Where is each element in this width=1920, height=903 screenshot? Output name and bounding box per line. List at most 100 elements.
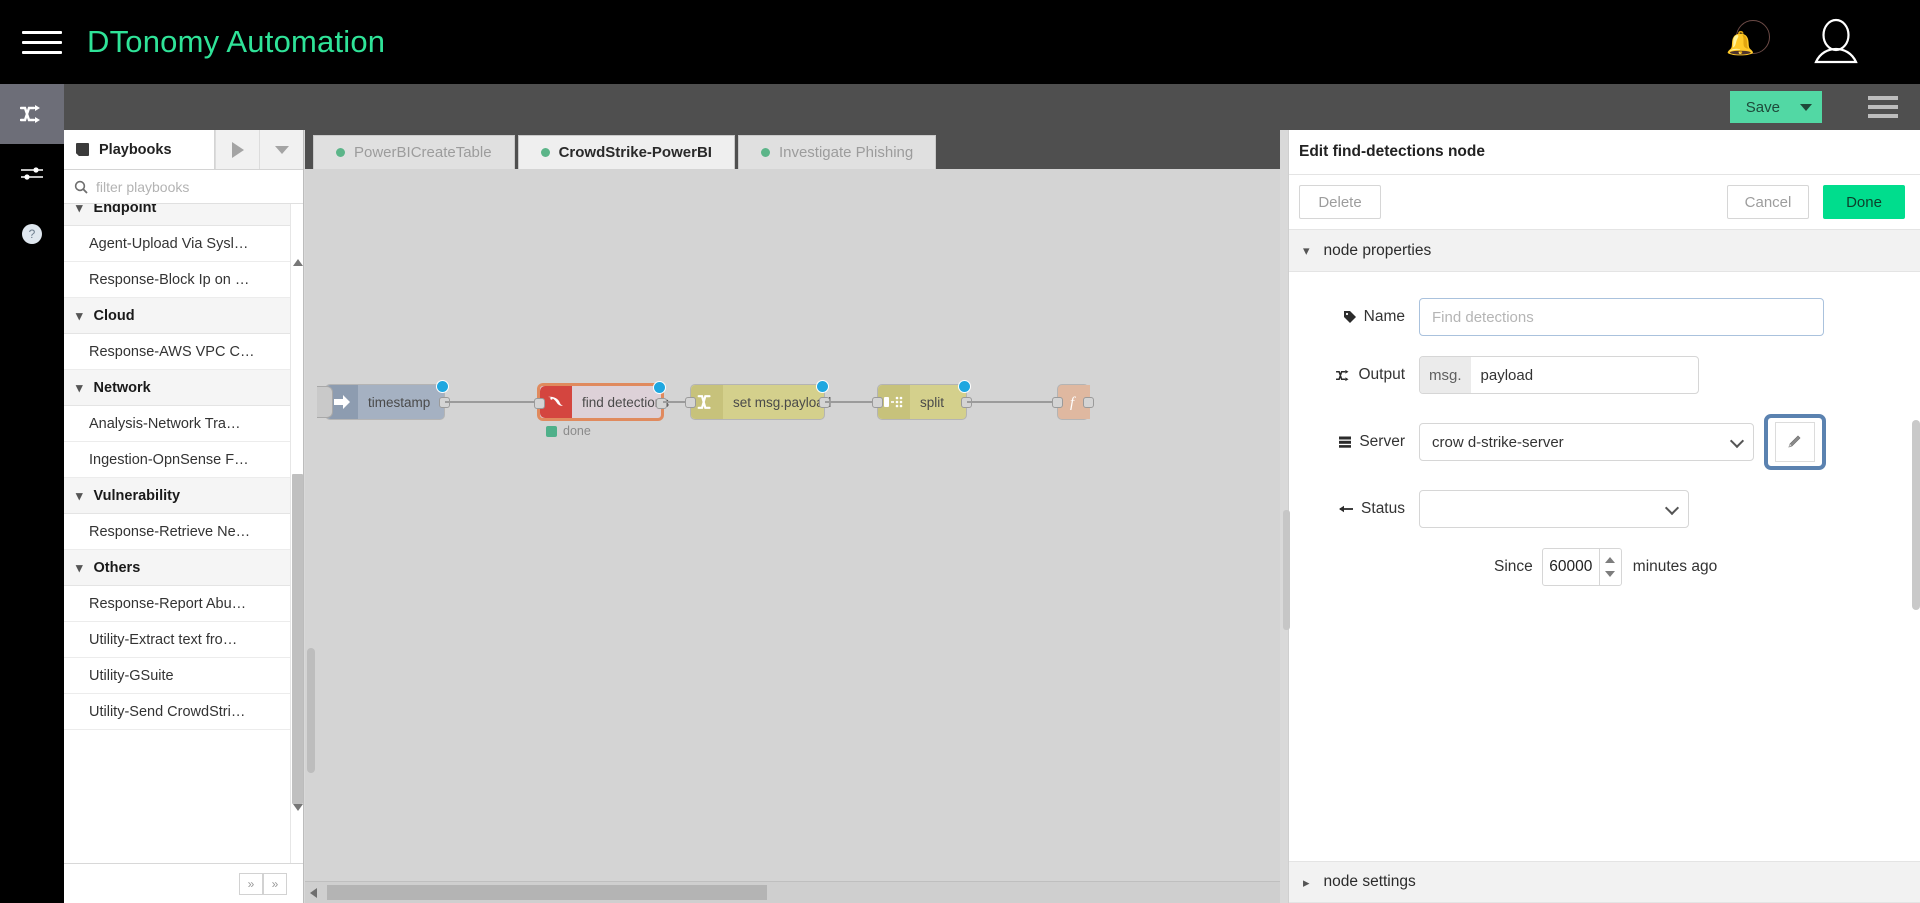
shuffle-icon: [20, 105, 40, 123]
node-modified-dot: [958, 380, 971, 393]
playbook-group-label: Vulnerability: [93, 487, 181, 504]
playbook-group[interactable]: ▾ Vulnerability: [64, 478, 291, 514]
stepper-up-icon[interactable]: [1605, 557, 1616, 563]
flow-tab[interactable]: CrowdStrike-PowerBI: [517, 135, 735, 169]
form-row-server: Server crow d-strike-server: [1289, 414, 1920, 470]
save-button[interactable]: Save: [1729, 91, 1822, 123]
output-label: Output: [1299, 366, 1419, 384]
status-dot: [336, 148, 345, 157]
scrollbar-thumb[interactable]: [307, 648, 315, 773]
playbook-options-button[interactable]: [259, 130, 303, 169]
playbooks-list-scrollbar[interactable]: [290, 204, 303, 863]
output-value[interactable]: payload: [1471, 367, 1534, 384]
scroll-up-arrow[interactable]: [293, 259, 303, 266]
since-input[interactable]: [1542, 549, 1599, 585]
arrow-left-icon: [1339, 505, 1354, 513]
flow-wire[interactable]: [967, 401, 1057, 403]
canvas-vertical-scrollbar[interactable]: [305, 208, 317, 903]
cancel-button[interactable]: Cancel: [1727, 185, 1809, 219]
scrollbar-thumb[interactable]: [327, 885, 767, 900]
playbook-item[interactable]: Utility-GSuite: [64, 658, 291, 694]
playbook-item[interactable]: Response-AWS VPC C…: [64, 334, 291, 370]
flow-node[interactable]: timestamp: [325, 380, 450, 420]
done-button[interactable]: Done: [1823, 185, 1905, 219]
flow-node-label: split: [920, 394, 945, 410]
playbooks-list[interactable]: ▾ Endpoint Agent-Upload Via Sysl… Response-…: [64, 204, 303, 863]
editor-toolbar: Save: [64, 84, 1920, 130]
flow-node-label: timestamp: [368, 394, 431, 410]
stepper-down-icon[interactable]: [1605, 571, 1616, 577]
form-row-name: Name: [1289, 298, 1920, 336]
node-modified-dot: [436, 380, 449, 393]
flow-node[interactable]: split: [872, 380, 972, 420]
server-label: Server: [1299, 433, 1419, 451]
form-row-status: Status: [1289, 490, 1920, 528]
canvas-horizontal-scrollbar[interactable]: [305, 881, 1280, 903]
scroll-left-arrow[interactable]: [310, 888, 317, 898]
hamburger-icon[interactable]: [22, 22, 62, 62]
node-output-port[interactable]: [656, 398, 667, 409]
name-input[interactable]: [1419, 298, 1824, 336]
playbook-item[interactable]: Response-Retrieve Ne…: [64, 514, 291, 550]
playbook-item[interactable]: Response-Block Ip on …: [64, 262, 291, 298]
node-input-port[interactable]: [534, 398, 545, 409]
playbook-item[interactable]: Analysis-Network Tra…: [64, 406, 291, 442]
playbook-group[interactable]: ▾ Others: [64, 550, 291, 586]
server-select[interactable]: crow d-strike-server: [1419, 423, 1754, 461]
toolbar-hamburger-icon[interactable]: [1868, 94, 1898, 120]
playbook-group-label: Cloud: [93, 307, 135, 324]
shuffle-icon: [1336, 369, 1349, 381]
playbook-group[interactable]: ▾ Cloud: [64, 298, 291, 334]
server-edit-button[interactable]: [1775, 422, 1815, 462]
flow-canvas-area: PowerBICreateTable CrowdStrike-PowerBI Inv…: [305, 130, 1280, 903]
node-output-port[interactable]: [1083, 397, 1094, 408]
node-input-port[interactable]: [685, 397, 696, 408]
since-spinner: [1598, 549, 1621, 585]
output-field[interactable]: msg. payload: [1419, 356, 1699, 394]
panel-scrollbar[interactable]: [1912, 420, 1920, 610]
bell-icon[interactable]: 🔔: [1720, 16, 1772, 68]
flow-tab[interactable]: Investigate Phishing: [737, 135, 937, 169]
run-playbook-button[interactable]: [215, 130, 259, 169]
playbook-group[interactable]: ▾ Endpoint: [64, 204, 291, 226]
status-select-wrap: [1419, 490, 1689, 528]
playbook-item[interactable]: Utility-Extract text fro…: [64, 622, 291, 658]
flow-canvas[interactable]: timestamp find detections done set msg.payl…: [305, 169, 1280, 903]
rail-item-flows[interactable]: [0, 84, 64, 144]
playbook-item[interactable]: Ingestion-OpnSense F…: [64, 442, 291, 478]
caret-down-icon[interactable]: [1800, 103, 1812, 111]
flow-tab[interactable]: PowerBICreateTable: [313, 135, 515, 169]
rail-item-help[interactable]: ?: [0, 204, 64, 264]
expand-all-button[interactable]: »: [263, 872, 287, 895]
node-modified-dot: [653, 381, 666, 394]
section-node-properties[interactable]: ▾ node properties: [1289, 230, 1920, 272]
flow-node[interactable]: f: [1052, 384, 1094, 420]
playbook-group[interactable]: ▾ Network: [64, 370, 291, 406]
since-suffix: minutes ago: [1632, 558, 1718, 575]
flow-wire[interactable]: [825, 401, 877, 403]
collapse-all-button[interactable]: »: [239, 872, 263, 895]
playbook-item[interactable]: Response-Report Abu…: [64, 586, 291, 622]
rail-item-settings[interactable]: [0, 144, 64, 204]
flow-node[interactable]: set msg.payload: [685, 380, 831, 420]
section-node-settings[interactable]: ▸ node settings: [1289, 861, 1920, 903]
status-select[interactable]: [1419, 490, 1689, 528]
node-input-port[interactable]: [1052, 397, 1063, 408]
node-input-port[interactable]: [872, 397, 883, 408]
filter-playbooks-input[interactable]: [96, 178, 276, 195]
flow-tabs: PowerBICreateTable CrowdStrike-PowerBI Inv…: [305, 130, 1280, 169]
tab-playbooks[interactable]: Playbooks: [64, 130, 215, 169]
flow-node[interactable]: find detections: [534, 381, 669, 420]
playbooks-filter-bar: [64, 170, 303, 204]
panel-resize-handle[interactable]: [1283, 510, 1290, 630]
chevron-down-icon: ▾: [76, 488, 83, 503]
playbook-item[interactable]: Utility-Send CrowdStri…: [64, 694, 291, 730]
node-modified-dot: [816, 380, 829, 393]
scroll-down-arrow[interactable]: [293, 804, 303, 811]
playbook-item[interactable]: Agent-Upload Via Sysl…: [64, 226, 291, 262]
delete-button[interactable]: Delete: [1299, 185, 1381, 219]
user-avatar-icon[interactable]: [1808, 14, 1864, 70]
scrollbar-thumb[interactable]: [292, 474, 303, 804]
chevron-down-icon: ▾: [76, 560, 83, 575]
flow-wire[interactable]: [445, 401, 538, 403]
